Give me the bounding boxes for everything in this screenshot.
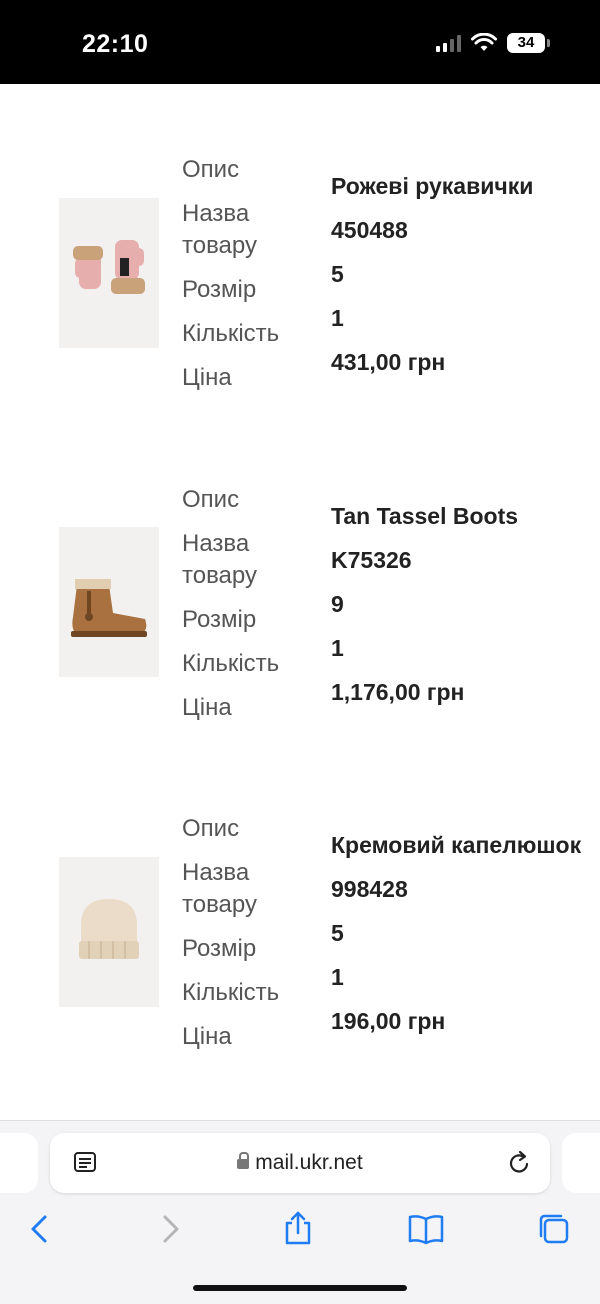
cream-hat-image [59,857,159,1007]
order-items-list[interactable]: Опис Назва товару Розмір Кількість Ціна … [0,84,600,1120]
product-image-tan-boots[interactable] [59,527,159,677]
product-image-pink-gloves[interactable] [59,198,159,348]
tan-boots-image [59,527,159,677]
battery-indicator: 34 [507,33,550,53]
label-name-line1: Назва [182,530,250,557]
tabs-icon[interactable] [534,1209,574,1249]
browser-nav-row [0,1209,600,1249]
pink-gloves-image [59,198,159,348]
item-code: 998428 [331,876,408,902]
home-indicator[interactable] [193,1285,407,1291]
bookmarks-icon[interactable] [406,1209,446,1249]
order-item: Опис Назва товару Розмір Кількість Ціна … [0,154,600,394]
label-name-line1: Назва [182,859,250,886]
item-description: Рожеві рукавички [331,173,534,199]
item-price: 1,176,00 грн [331,679,465,705]
reload-icon[interactable] [508,1150,532,1176]
next-tab-preview[interactable] [562,1133,600,1193]
label-size: Розмір [182,276,257,303]
item-quantity: 1 [331,635,344,661]
label-name-line2: товару [182,891,257,918]
url-text: mail.ukr.net [255,1151,363,1174]
product-image-cream-hat[interactable] [59,857,159,1007]
wifi-icon [471,33,497,51]
label-quantity: Кількість [182,320,280,347]
forward-icon[interactable] [150,1209,190,1249]
order-item: Опис Назва товару Розмір Кількість Ціна … [0,813,600,1053]
previous-tab-preview[interactable] [0,1133,38,1193]
label-description: Опис [182,815,240,842]
browser-toolbar: mail.ukr.net [0,1120,600,1304]
label-size: Розмір [182,606,257,633]
item-price: 431,00 грн [331,349,446,375]
item-quantity: 1 [331,305,344,331]
label-description: Опис [182,156,240,183]
item-description: Кремовий капелюшок [331,832,582,858]
order-item: Опис Назва товару Розмір Кількість Ціна … [0,484,600,724]
item-code: K75326 [331,547,412,573]
label-size: Розмір [182,935,257,962]
url-display[interactable]: mail.ukr.net [50,1151,550,1175]
label-price: Ціна [182,1023,232,1050]
label-quantity: Кількість [182,979,280,1006]
item-size: 5 [331,920,344,946]
label-name-line2: товару [182,562,257,589]
label-description: Опис [182,486,240,513]
status-bar: 22:10 34 [0,0,600,84]
item-price: 196,00 грн [331,1008,446,1034]
back-icon[interactable] [20,1209,60,1249]
label-name-line2: товару [182,232,257,259]
item-size: 5 [331,261,344,287]
cellular-signal-icon [436,34,461,52]
address-bar[interactable]: mail.ukr.net [50,1133,550,1193]
item-description: Tan Tassel Boots [331,503,519,529]
status-time: 22:10 [82,30,149,58]
item-size: 9 [331,591,344,617]
label-name-line1: Назва [182,200,250,227]
status-icons: 34 [436,32,550,54]
item-quantity: 1 [331,964,344,990]
label-quantity: Кількість [182,650,280,677]
lock-icon [237,1152,250,1169]
item-code: 450488 [331,217,408,243]
share-icon[interactable] [278,1209,318,1249]
label-price: Ціна [182,364,232,391]
label-price: Ціна [182,694,232,721]
